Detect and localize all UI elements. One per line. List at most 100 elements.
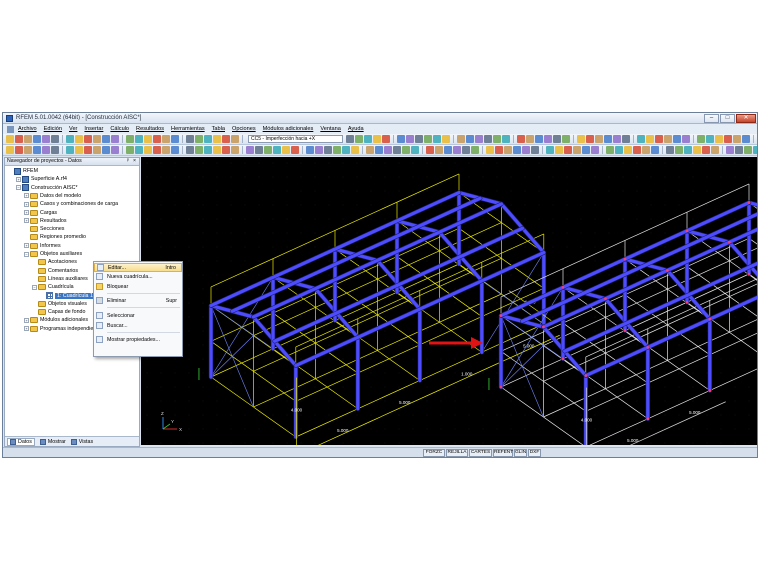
toolbar-tool-icon[interactable]	[231, 146, 239, 154]
tree-item[interactable]: − Objetos auxiliares	[24, 250, 82, 258]
toolbar-tool-icon[interactable]	[651, 146, 659, 154]
toolbar-tool-icon[interactable]	[153, 146, 161, 154]
toolbar-tool-icon[interactable]	[562, 135, 570, 143]
toolbar-tool-icon[interactable]	[93, 146, 101, 154]
menu-insertar[interactable]: Insertar	[84, 126, 103, 132]
tree-item[interactable]: Líneas auxiliares	[32, 275, 88, 283]
menu-edicion[interactable]: Edición	[44, 126, 62, 132]
toolbar-tool-icon[interactable]	[646, 135, 654, 143]
toolbar-tool-icon[interactable]	[51, 146, 59, 154]
tree-item[interactable]: + Datos del modelo	[24, 192, 81, 200]
toolbar-tool-icon[interactable]	[435, 146, 443, 154]
toolbar-tool-icon[interactable]	[222, 135, 230, 143]
toolbar-tool-icon[interactable]	[315, 146, 323, 154]
toolbar-tool-icon[interactable]	[406, 135, 414, 143]
minimize-button[interactable]: –	[704, 114, 719, 123]
toolbar-tool-icon[interactable]	[697, 135, 705, 143]
close-panel-icon[interactable]: ×	[133, 158, 136, 165]
status-toggle-refent[interactable]: REFENT	[493, 449, 513, 457]
context-menu-item-mostrar-propiedades[interactable]: Mostrar propiedades...	[94, 335, 182, 344]
toolbar-tool-icon[interactable]	[15, 135, 23, 143]
context-menu-item-buscar[interactable]: Buscar...	[94, 321, 182, 330]
toolbar-tool-icon[interactable]	[364, 135, 372, 143]
tree-item[interactable]: + Programas independientes	[24, 325, 103, 333]
menu-archivo[interactable]: Archivo	[18, 126, 37, 132]
toolbar-tool-icon[interactable]	[642, 146, 650, 154]
load-case-select[interactable]: CC5 - Imperfección hacia +X	[248, 135, 343, 143]
menu-calculo[interactable]: Cálculo	[110, 126, 129, 132]
toolbar-tool-icon[interactable]	[624, 146, 632, 154]
status-toggle-cartes[interactable]: CARTES	[469, 449, 492, 457]
context-menu-item-seleccionar[interactable]: Seleccionar	[94, 311, 182, 320]
toolbar-tool-icon[interactable]	[433, 135, 441, 143]
toolbar-tool-icon[interactable]	[291, 146, 299, 154]
3d-model-viewport[interactable]: 5.000 5.000 4.000 1.000 5.000 4.000 5.000 5.000…	[141, 157, 757, 445]
toolbar-tool-icon[interactable]	[111, 146, 119, 154]
menu-opciones[interactable]: Opciones	[232, 126, 256, 132]
toolbar-tool-icon[interactable]	[342, 146, 350, 154]
toolbar-tool-icon[interactable]	[373, 135, 381, 143]
toolbar-tool-icon[interactable]	[513, 146, 521, 154]
status-toggle-dxf[interactable]: DXF	[528, 449, 541, 457]
tree-item[interactable]: + Casos y combinaciones de carga	[24, 200, 118, 208]
toolbar-tool-icon[interactable]	[33, 135, 41, 143]
toolbar-tool-icon[interactable]	[724, 135, 732, 143]
toolbar-tool-icon[interactable]	[42, 146, 50, 154]
toolbar-tool-icon[interactable]	[375, 146, 383, 154]
tab-datos[interactable]: Datos	[7, 437, 35, 446]
expand-toggle-icon[interactable]: −	[32, 284, 37, 290]
toolbar-tool-icon[interactable]	[162, 135, 170, 143]
toolbar-tool-icon[interactable]	[426, 146, 434, 154]
toolbar-tool-icon[interactable]	[462, 146, 470, 154]
toolbar-tool-icon[interactable]	[162, 146, 170, 154]
toolbar-tool-icon[interactable]	[577, 135, 585, 143]
maximize-button[interactable]: □	[720, 114, 735, 123]
toolbar-tool-icon[interactable]	[355, 135, 363, 143]
menu-tabla[interactable]: Tabla	[212, 126, 225, 132]
toolbar-tool-icon[interactable]	[622, 135, 630, 143]
toolbar-tool-icon[interactable]	[733, 135, 741, 143]
toolbar-tool-icon[interactable]	[6, 146, 14, 154]
toolbar-tool-icon[interactable]	[535, 135, 543, 143]
toolbar-tool-icon[interactable]	[42, 135, 50, 143]
expand-toggle-icon[interactable]: −	[16, 185, 21, 191]
toolbar-tool-icon[interactable]	[615, 146, 623, 154]
tab-vistas[interactable]: Vistas	[70, 438, 93, 445]
toolbar-tool-icon[interactable]	[66, 146, 74, 154]
toolbar-tool-icon[interactable]	[673, 135, 681, 143]
toolbar-tool-icon[interactable]	[522, 146, 530, 154]
toolbar-tool-icon[interactable]	[75, 146, 83, 154]
toolbar-tool-icon[interactable]	[424, 135, 432, 143]
context-menu-item-nueva-cuadricula[interactable]: Nueva cuadrícula...	[94, 272, 182, 281]
toolbar-tool-icon[interactable]	[411, 146, 419, 154]
toolbar-tool-icon[interactable]	[682, 135, 690, 143]
toolbar-tool-icon[interactable]	[24, 146, 32, 154]
toolbar-tool-icon[interactable]	[531, 146, 539, 154]
expand-toggle-icon[interactable]: +	[24, 218, 29, 224]
toolbar-tool-icon[interactable]	[135, 146, 143, 154]
tree-item[interactable]: − Construcción AISC*	[16, 184, 78, 192]
toolbar-tool-icon[interactable]	[613, 135, 621, 143]
menu-ventana[interactable]: Ventana	[320, 126, 341, 132]
toolbar-tool-icon[interactable]	[102, 135, 110, 143]
toolbar-tool-icon[interactable]	[504, 146, 512, 154]
toolbar-tool-icon[interactable]	[204, 135, 212, 143]
toolbar-tool-icon[interactable]	[75, 135, 83, 143]
toolbar-tool-icon[interactable]	[195, 135, 203, 143]
expand-toggle-icon[interactable]: +	[24, 243, 29, 249]
status-toggle-glin[interactable]: GLIN	[514, 449, 527, 457]
toolbar-tool-icon[interactable]	[586, 135, 594, 143]
menu-modulos-adicionales[interactable]: Módulos adicionales	[263, 126, 314, 132]
pin-icon[interactable]: ᵖ	[127, 158, 129, 165]
tree-item[interactable]: Acotaciones	[32, 258, 77, 266]
toolbar-tool-icon[interactable]	[702, 146, 710, 154]
menu-herramientas[interactable]: Herramientas	[171, 126, 205, 132]
toolbar-tool-icon[interactable]	[675, 146, 683, 154]
toolbar-tool-icon[interactable]	[366, 146, 374, 154]
toolbar-tool-icon[interactable]	[715, 135, 723, 143]
toolbar-tool-icon[interactable]	[471, 146, 479, 154]
expand-toggle-icon[interactable]: +	[24, 210, 29, 215]
toolbar-tool-icon[interactable]	[282, 146, 290, 154]
menu-ver[interactable]: Ver	[69, 126, 77, 132]
toolbar-tool-icon[interactable]	[33, 146, 41, 154]
